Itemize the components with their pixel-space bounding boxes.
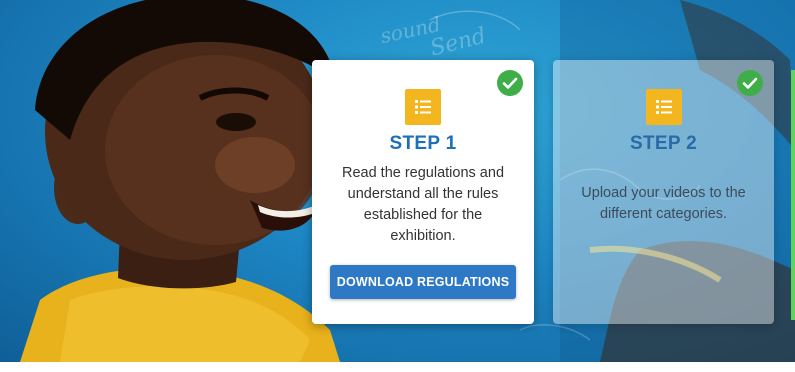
page: sound Send STEP 1 Read the regulations a… (0, 0, 795, 372)
next-card-edge (791, 70, 795, 320)
step-2-card: STEP 2 Upload your videos to the differe… (553, 60, 774, 324)
step-1-title: STEP 1 (389, 133, 457, 154)
check-circle-icon (497, 70, 523, 96)
bottom-strip (0, 362, 795, 372)
step-2-description: Upload your videos to the different cate… (581, 185, 746, 222)
list-icon (645, 89, 682, 125)
step-2-title: STEP 2 (630, 133, 697, 154)
step-1-description: Read the regulations and understand all … (341, 165, 505, 244)
download-regulations-button[interactable]: DOWNLOAD REGULATIONS (330, 265, 516, 299)
step-1-card: STEP 1 Read the regulations and understa… (312, 60, 534, 324)
list-icon (405, 89, 441, 125)
check-circle-icon (737, 70, 763, 96)
